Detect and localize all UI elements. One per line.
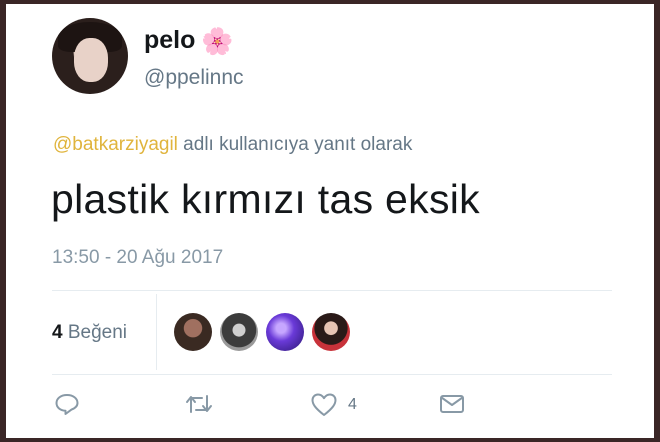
message-icon xyxy=(440,395,464,413)
tweet-card: pelo 🌸 @ppelinnc @batkarziyagil adlı kul… xyxy=(6,4,654,438)
like-button[interactable]: 4 xyxy=(310,392,357,418)
user-handle[interactable]: @ppelinnc xyxy=(144,66,244,90)
name-row: pelo 🌸 xyxy=(144,26,234,55)
retweet-button[interactable] xyxy=(184,392,214,416)
avatar-face xyxy=(74,38,108,82)
display-name[interactable]: pelo xyxy=(144,26,195,55)
liker-avatar-2[interactable] xyxy=(220,313,258,351)
message-button[interactable] xyxy=(438,392,466,416)
liker-avatar-1[interactable] xyxy=(174,313,212,351)
retweet-icon xyxy=(186,395,212,413)
reply-button[interactable] xyxy=(54,392,80,416)
flower-emoji-icon: 🌸 xyxy=(201,25,234,56)
heart-icon xyxy=(311,393,337,416)
likes-label: Beğeni xyxy=(62,322,128,343)
reply-icon xyxy=(55,394,79,415)
timestamp[interactable]: 13:50 - 20 Ağu 2017 xyxy=(52,247,223,269)
stats-separator xyxy=(156,294,157,370)
divider-bottom xyxy=(52,374,612,375)
avatar[interactable] xyxy=(52,18,128,94)
divider-top xyxy=(52,290,612,291)
liker-avatar-3[interactable] xyxy=(266,313,304,351)
liker-avatar-4[interactable] xyxy=(312,313,350,351)
reply-context: @batkarziyagil adlı kullanıcıya yanıt ol… xyxy=(53,134,412,156)
likes-stat[interactable]: 4 Beğeni xyxy=(52,322,127,344)
tweet-text: plastik kırmızı tas eksik xyxy=(51,176,480,222)
reply-mention-link[interactable]: @batkarziyagil xyxy=(53,134,178,155)
likes-count: 4 xyxy=(52,322,63,343)
like-count: 4 xyxy=(348,396,357,413)
reply-suffix: adlı kullanıcıya yanıt olarak xyxy=(177,134,413,155)
